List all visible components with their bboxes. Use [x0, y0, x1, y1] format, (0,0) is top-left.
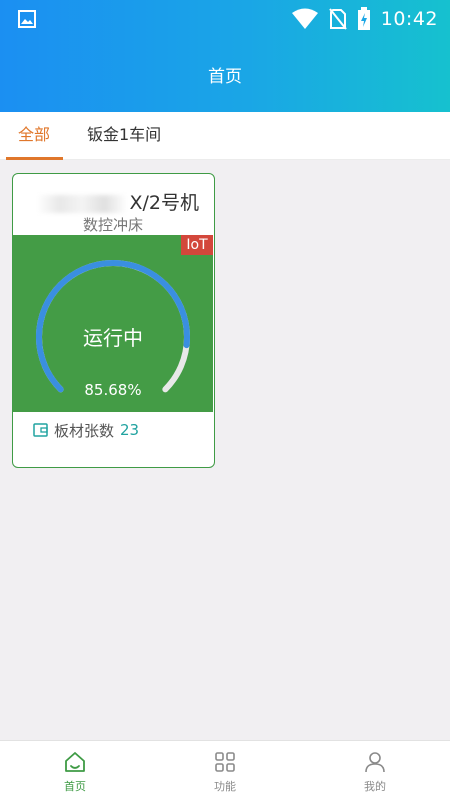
home-icon: [65, 752, 85, 772]
active-tab-indicator: [6, 157, 63, 160]
redacted-name: [37, 194, 128, 213]
run-status: 运行中: [83, 326, 143, 350]
status-icons: 10:42: [291, 6, 438, 32]
gauge-panel: IoT 运行中 85.68%: [13, 235, 213, 412]
workshop-tabs: 全部 钣金1车间: [0, 112, 450, 160]
nav-mine-label: 我的: [364, 780, 386, 793]
nav-functions-label: 功能: [214, 780, 236, 793]
machine-card[interactable]: X/2号机 数控冲床 IoT 运行中 85.68% 板材张数 23: [12, 173, 215, 468]
page-title: 首页: [208, 67, 242, 87]
battery-charging-icon: [357, 7, 370, 30]
user-icon: [365, 752, 385, 773]
machine-type: 数控冲床: [82, 216, 143, 234]
sheet-count-row: 板材张数 23: [33, 419, 139, 441]
image-icon: [18, 10, 36, 28]
status-time: 10:42: [380, 8, 438, 30]
grid-icon: [215, 752, 235, 772]
tab-workshop-1[interactable]: 钣金1车间: [87, 112, 161, 160]
app-header: 10:42 首页: [0, 0, 450, 112]
no-sim-icon: [328, 8, 347, 30]
machine-title-suffix: X/2号机: [129, 192, 199, 214]
utilization-percent: 85.68%: [84, 381, 142, 399]
machine-title: X/2号机: [13, 188, 213, 215]
nav-home[interactable]: 首页: [0, 741, 150, 800]
nav-mine[interactable]: 我的: [300, 741, 450, 800]
wallet-icon: [33, 423, 48, 437]
tab-all[interactable]: 全部: [18, 112, 50, 160]
sheet-count-label: 板材张数: [54, 421, 115, 440]
nav-home-label: 首页: [64, 780, 86, 793]
wifi-icon: [291, 8, 318, 29]
sheet-count-value: 23: [120, 421, 140, 439]
status-bar: 10:42: [0, 0, 450, 38]
nav-functions[interactable]: 功能: [150, 741, 300, 800]
bottom-nav: 首页 功能 我的: [0, 740, 450, 800]
